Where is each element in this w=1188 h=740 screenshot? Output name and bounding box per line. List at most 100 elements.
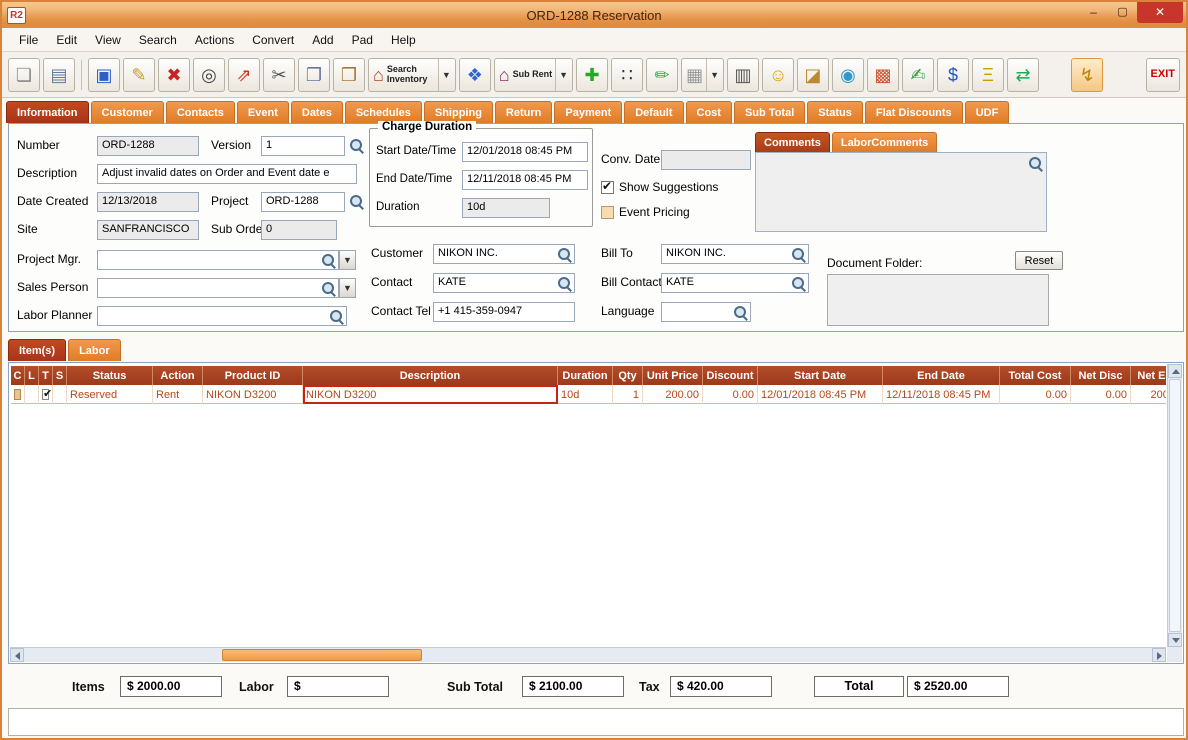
- start-datetime-field[interactable]: 12/01/2018 08:45 PM: [462, 142, 588, 162]
- cell-t[interactable]: [39, 385, 53, 404]
- cell-duration[interactable]: 10d: [558, 385, 613, 404]
- items-total-field[interactable]: $ 2000.00: [120, 676, 222, 697]
- project-mgr-lookup-icon[interactable]: [321, 253, 336, 268]
- total-field[interactable]: $ 2520.00: [907, 676, 1009, 697]
- event-pricing-checkbox[interactable]: Event Pricing: [601, 204, 690, 222]
- edit-sheet-button[interactable]: ✍: [902, 57, 935, 92]
- column-header-status[interactable]: Status: [67, 366, 153, 385]
- conv-date-field[interactable]: [661, 150, 751, 170]
- cell-qty[interactable]: 1: [613, 385, 643, 404]
- bill-contact-lookup-icon[interactable]: [791, 276, 806, 291]
- report-button[interactable]: ▥: [727, 57, 760, 92]
- scroll-left-arrow-icon[interactable]: [10, 648, 24, 662]
- customer-smiley-button[interactable]: ☺: [762, 57, 795, 92]
- column-header-description[interactable]: Description: [303, 366, 558, 385]
- show-suggestions-checkbox[interactable]: Show Suggestions: [601, 179, 718, 197]
- save-button[interactable]: ▣: [88, 57, 120, 92]
- table-row[interactable]: ReservedRentNIKON D3200NIKON D320010d120…: [11, 385, 1166, 404]
- project-lookup-icon[interactable]: [349, 194, 364, 209]
- dropdown-arrow-icon[interactable]: ▼: [555, 58, 568, 91]
- sub-total-field[interactable]: $ 2100.00: [522, 676, 624, 697]
- cut-button[interactable]: ✂: [263, 57, 295, 92]
- scroll-down-arrow-icon[interactable]: [1168, 633, 1182, 647]
- description-field[interactable]: Adjust invalid dates on Order and Event …: [97, 164, 357, 184]
- new-button[interactable]: ❏: [8, 57, 40, 92]
- minimize-button[interactable]: –: [1079, 2, 1108, 23]
- sales-person-field[interactable]: [97, 278, 339, 298]
- row-checked-checkbox[interactable]: [42, 387, 52, 400]
- menu-pad[interactable]: Pad: [343, 31, 382, 49]
- menu-edit[interactable]: Edit: [47, 31, 86, 49]
- column-header-start_date[interactable]: Start Date: [758, 366, 883, 385]
- row-color-box-icon[interactable]: [14, 389, 21, 400]
- maximize-button[interactable]: ▢: [1108, 2, 1137, 23]
- cell-total_cost[interactable]: 0.00: [1000, 385, 1071, 404]
- delete-button[interactable]: ✖: [158, 57, 190, 92]
- payment-button[interactable]: $: [937, 57, 970, 92]
- bill-contact-field[interactable]: KATE: [661, 273, 809, 293]
- customer-lookup-icon[interactable]: [557, 247, 572, 262]
- titlebar[interactable]: R2 ORD-1288 Reservation – ▢ ✕: [2, 2, 1186, 28]
- column-header-s[interactable]: S: [53, 366, 67, 385]
- edit-note-button[interactable]: ✏: [646, 57, 679, 92]
- column-header-duration[interactable]: Duration: [558, 366, 613, 385]
- tab-information[interactable]: Information: [6, 101, 89, 123]
- column-header-c[interactable]: C: [11, 366, 25, 385]
- menu-file[interactable]: File: [10, 31, 47, 49]
- menu-add[interactable]: Add: [303, 31, 342, 49]
- menu-help[interactable]: Help: [382, 31, 425, 49]
- sales-person-dropdown-button[interactable]: ▼: [339, 278, 356, 298]
- tab-contacts[interactable]: Contacts: [165, 101, 235, 123]
- tab-cost[interactable]: Cost: [685, 101, 732, 123]
- date-created-field[interactable]: 12/13/2018: [97, 192, 199, 212]
- number-field[interactable]: ORD-1288: [97, 136, 199, 156]
- group-button[interactable]: ∷: [611, 57, 644, 92]
- tab-dates[interactable]: Dates: [290, 101, 343, 123]
- language-lookup-icon[interactable]: [733, 305, 748, 320]
- column-header-t[interactable]: T: [39, 366, 53, 385]
- paste-button[interactable]: ❒: [333, 57, 365, 92]
- sales-person-lookup-icon[interactable]: [321, 281, 336, 296]
- column-header-discount[interactable]: Discount: [703, 366, 758, 385]
- project-field[interactable]: ORD-1288: [261, 192, 345, 212]
- comments-lookup-icon[interactable]: [1028, 156, 1043, 171]
- add-item-button[interactable]: ✚: [576, 57, 609, 92]
- dropdown-arrow-icon[interactable]: ▼: [437, 58, 451, 91]
- bill-to-lookup-icon[interactable]: [791, 247, 806, 262]
- contact-tel-field[interactable]: +1 415-359-0947: [433, 302, 575, 322]
- vertical-scroll-thumb[interactable]: [1169, 379, 1181, 632]
- close-button[interactable]: ✕: [1137, 2, 1183, 23]
- tab-status[interactable]: Status: [807, 101, 863, 123]
- cell-l[interactable]: [25, 385, 39, 404]
- scroll-right-arrow-icon[interactable]: [1152, 648, 1166, 662]
- language-field[interactable]: [661, 302, 751, 322]
- sub-rent-button[interactable]: ⌂ Sub Rent ▼: [493, 57, 574, 92]
- search-inventory-button[interactable]: ⌂ Search Inventory ▼: [368, 57, 456, 92]
- column-header-qty[interactable]: Qty: [613, 366, 643, 385]
- tab-flat-discounts[interactable]: Flat Discounts: [864, 101, 963, 123]
- end-datetime-field[interactable]: 12/11/2018 08:45 PM: [462, 170, 588, 190]
- project-mgr-dropdown-button[interactable]: ▼: [339, 250, 356, 270]
- calendar-grid-button[interactable]: ▦ ▼: [681, 57, 725, 92]
- availability-button[interactable]: ❖: [458, 57, 491, 92]
- reset-button[interactable]: Reset: [1015, 251, 1063, 270]
- exit-button[interactable]: EXIT: [1145, 57, 1180, 92]
- column-header-net_disc[interactable]: Net Disc: [1071, 366, 1131, 385]
- edit-button[interactable]: ✎: [123, 57, 155, 92]
- cell-description[interactable]: NIKON D3200: [303, 385, 558, 404]
- column-header-total_cost[interactable]: Total Cost: [1000, 366, 1071, 385]
- comments-box[interactable]: [755, 152, 1047, 232]
- tab-items[interactable]: Item(s): [8, 339, 67, 361]
- cell-c[interactable]: [11, 385, 25, 404]
- site-field[interactable]: SANFRANCISCO: [97, 220, 199, 240]
- sub-orders-field[interactable]: 0: [261, 220, 337, 240]
- find-button[interactable]: ◎: [193, 57, 225, 92]
- horizontal-scrollbar[interactable]: [10, 647, 1166, 662]
- version-lookup-icon[interactable]: [349, 138, 364, 153]
- menu-view[interactable]: View: [86, 31, 130, 49]
- cell-start_date[interactable]: 12/01/2018 08:45 PM: [758, 385, 883, 404]
- version-field[interactable]: 1: [261, 136, 345, 156]
- disk-button[interactable]: ◉: [832, 57, 865, 92]
- transfer-button[interactable]: ⇄: [1007, 57, 1040, 92]
- tab-udf[interactable]: UDF: [964, 101, 1010, 123]
